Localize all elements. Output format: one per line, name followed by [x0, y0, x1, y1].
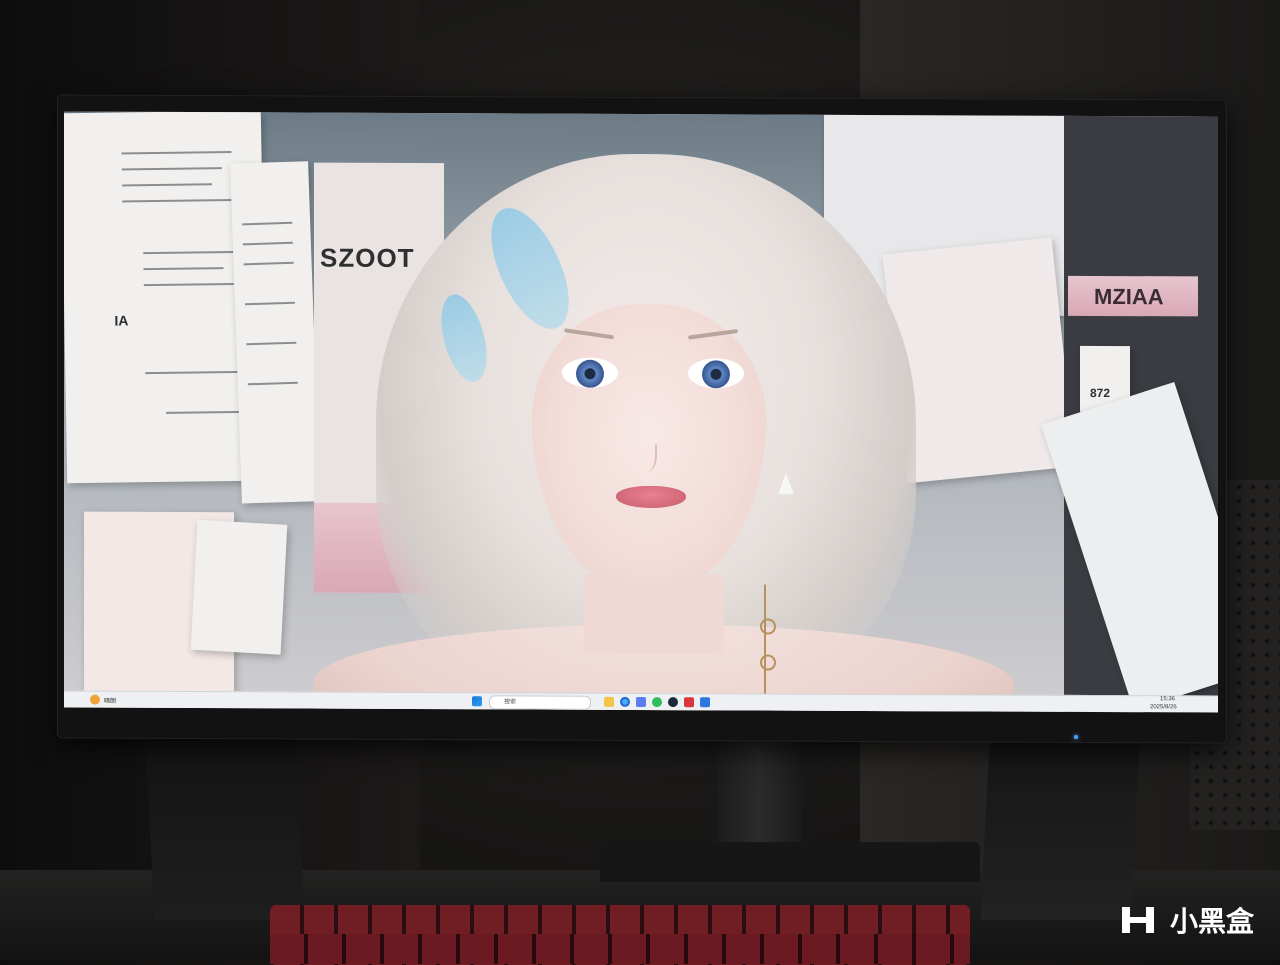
poster-right-heading: MZIAA [1094, 283, 1164, 310]
left-eye [562, 357, 618, 388]
taskbar: 晴朗 搜索 15:36 2025/8/26 [64, 690, 1218, 713]
watermark: 小黑盒 [1121, 900, 1254, 940]
browser-icon[interactable] [620, 696, 630, 707]
speaker-right [980, 740, 1140, 920]
wallpaper-paper-right-bottom [1041, 382, 1218, 711]
poster-left-heading: SZOOT [320, 242, 415, 274]
search-placeholder: 搜索 [504, 699, 517, 706]
clock-date[interactable]: 2025/8/26 [1150, 704, 1177, 710]
necklace-pendant-1 [760, 618, 776, 635]
right-eye [688, 358, 744, 389]
screen: IA SZOOT MZIAA 872 晴朗 搜索 15:36 2025/8/26 [64, 111, 1218, 713]
monitor-stand-base [600, 842, 980, 882]
search-input[interactable]: 搜索 [489, 695, 591, 710]
windows-start-icon[interactable] [472, 696, 482, 707]
monitor-stand-neck [718, 738, 802, 858]
necklace [764, 584, 784, 705]
app-icon-blue[interactable] [700, 697, 710, 708]
illustration-lips [616, 485, 686, 509]
paper-caption: IA [114, 312, 129, 329]
chat-icon[interactable] [652, 697, 662, 708]
store-icon[interactable] [636, 696, 646, 708]
xiaoheihe-logo-icon [1121, 903, 1162, 937]
weather-label: 晴朗 [104, 698, 117, 705]
monitor-power-led [1074, 735, 1078, 739]
wallpaper-poster-right: MZIAA 872 [1041, 115, 1218, 713]
speaker-left [145, 740, 305, 920]
wallpaper-paper-list [230, 161, 320, 504]
necklace-pendant-2 [760, 654, 776, 671]
wallpaper-paper-sketch [190, 519, 288, 655]
watermark-brand: 小黑盒 [1169, 906, 1254, 937]
app-icon-red[interactable] [684, 697, 694, 708]
clock-time[interactable]: 15:36 [1160, 696, 1175, 702]
file-explorer-icon[interactable] [604, 696, 614, 707]
monitor: IA SZOOT MZIAA 872 晴朗 搜索 15:36 2025/8/26 [58, 95, 1226, 743]
steam-icon[interactable] [668, 697, 678, 708]
weather-icon[interactable] [90, 694, 100, 705]
sticker-text: 872 [1090, 385, 1111, 401]
